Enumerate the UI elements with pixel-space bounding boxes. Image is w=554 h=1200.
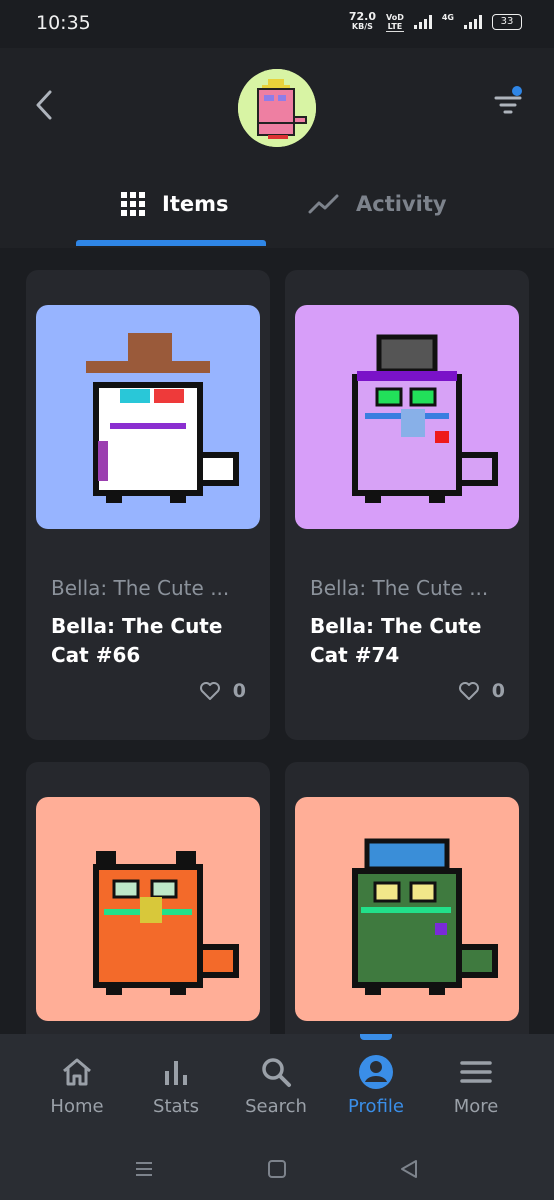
profile-icon	[359, 1055, 393, 1089]
avatar-cat-image	[238, 69, 316, 147]
trending-icon	[308, 194, 339, 214]
like-count: 0	[232, 680, 246, 702]
tab-items[interactable]: Items	[120, 184, 228, 224]
avatar[interactable]	[238, 69, 316, 147]
search-icon	[262, 1058, 291, 1087]
network-speed-unit: KB/S	[351, 22, 373, 31]
collection-name: Bella: The Cute ...	[51, 576, 230, 600]
cat-orange-glasses-image	[93, 851, 239, 995]
cat-beanie-glasses-image	[352, 334, 498, 503]
filter-button[interactable]	[490, 86, 530, 120]
item-title: Bella: The Cute Cat #74	[310, 614, 482, 667]
cat-cowboy-hat-3d-glasses-image	[86, 333, 239, 503]
tab-activity[interactable]: Activity	[308, 184, 447, 224]
nav-more[interactable]: More	[436, 1054, 516, 1117]
network-speed: 72.0 KB/S	[349, 11, 376, 32]
volte-indicator: VoD LTE	[385, 12, 404, 32]
status-time: 10:35	[36, 12, 91, 34]
menu-icon	[460, 1061, 492, 1083]
nav-profile-label: Profile	[348, 1096, 404, 1117]
home-system-icon[interactable]	[266, 1158, 288, 1180]
item-title: Bella: The Cute Cat #66	[51, 614, 223, 667]
filter-icon	[494, 96, 522, 114]
nft-card[interactable]	[285, 762, 529, 1034]
nft-image	[295, 797, 519, 1021]
nav-profile[interactable]: Profile	[336, 1054, 416, 1117]
status-bar: 10:35 72.0 KB/S VoD LTE 4G 33	[0, 0, 554, 48]
battery-icon: 33	[492, 14, 522, 30]
nav-more-label: More	[453, 1096, 499, 1117]
items-grid: Bella: The Cute ... Bella: The Cute Cat …	[0, 248, 554, 1034]
active-nav-indicator	[360, 1034, 392, 1040]
cat-green-beanie-image	[352, 838, 498, 995]
back-system-icon[interactable]	[398, 1158, 420, 1180]
system-navigation-bar	[0, 1146, 554, 1200]
back-arrow-icon	[36, 90, 52, 120]
nav-stats[interactable]: Stats	[136, 1054, 216, 1117]
like-button[interactable]: 0	[199, 680, 246, 702]
nav-home[interactable]: Home	[37, 1054, 117, 1117]
nft-card[interactable]: Bella: The Cute ... Bella: The Cute Cat …	[285, 270, 529, 740]
signal-icon	[413, 15, 432, 29]
back-button[interactable]	[30, 88, 60, 122]
heart-icon	[458, 682, 479, 700]
volte-bottom: LTE	[387, 21, 403, 31]
filter-notification-dot	[512, 86, 522, 96]
nft-image	[36, 305, 260, 529]
nft-image	[36, 797, 260, 1021]
volte-top: VoD	[385, 12, 404, 22]
tabs: Items Activity	[0, 170, 554, 248]
nav-search-label: Search	[245, 1096, 307, 1117]
bottom-navigation: Home Stats Search Profile More	[0, 1034, 554, 1146]
nft-image	[295, 305, 519, 529]
home-icon	[63, 1058, 91, 1086]
tab-items-label: Items	[162, 192, 229, 216]
recent-apps-icon[interactable]	[133, 1158, 155, 1180]
nav-search[interactable]: Search	[236, 1054, 316, 1117]
grid-icon	[121, 192, 145, 216]
nav-stats-label: Stats	[153, 1096, 199, 1117]
active-tab-indicator	[76, 240, 266, 246]
nft-card[interactable]	[26, 762, 270, 1034]
heart-icon	[199, 682, 220, 700]
nav-home-label: Home	[50, 1096, 104, 1117]
network-type: 4G	[441, 12, 454, 22]
like-count: 0	[491, 680, 505, 702]
signal-icon-2	[464, 15, 482, 29]
tab-activity-label: Activity	[356, 192, 447, 216]
bar-chart-icon	[165, 1061, 187, 1085]
collection-name: Bella: The Cute ...	[310, 576, 489, 600]
like-button[interactable]: 0	[458, 680, 505, 702]
nft-card[interactable]: Bella: The Cute ... Bella: The Cute Cat …	[26, 270, 270, 740]
